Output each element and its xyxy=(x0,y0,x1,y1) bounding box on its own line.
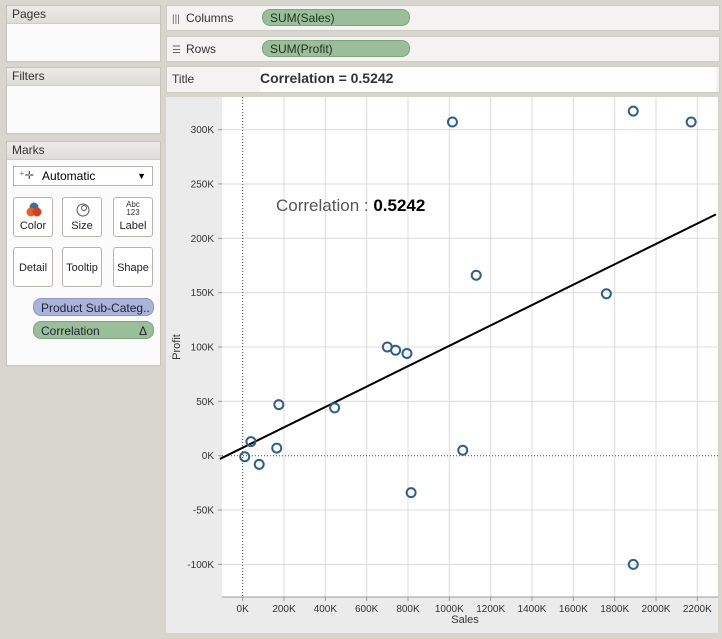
mark-type-value: Automatic xyxy=(42,169,96,183)
x-tick-label: 600K xyxy=(355,604,379,615)
columns-shelf-label-wrap: ||| Columns xyxy=(167,6,262,30)
y-tick-label: -50K xyxy=(193,506,214,517)
x-tick-label: 1800K xyxy=(600,604,629,615)
y-tick-label: 150K xyxy=(191,288,215,299)
title-shelf-label: Title xyxy=(172,72,195,86)
color-button[interactable]: Color xyxy=(13,197,53,237)
annotation-separator: : xyxy=(359,196,373,215)
mark-type-dropdown[interactable]: ⁺✛ Automatic ▼ xyxy=(13,166,153,186)
y-tick-label: -100K xyxy=(187,560,214,571)
filters-panel: Filters xyxy=(6,67,161,134)
rows-shelf-label: Rows xyxy=(186,42,217,56)
delta-icon: Δ xyxy=(138,324,147,338)
chevron-down-icon: ▼ xyxy=(137,171,146,181)
y-tick-label: 100K xyxy=(191,343,215,354)
detail-button[interactable]: Detail xyxy=(13,247,53,287)
color-icon xyxy=(26,202,42,217)
marks-panel: Marks ⁺✛ Automatic ▼ Color Size Abc 123 … xyxy=(6,141,161,366)
filters-header: Filters xyxy=(7,68,160,86)
scatter-chart: 0K 200K 400K 600K 800K 1000K 1200K 1400K 1600K 18… xyxy=(171,97,718,626)
chart-area: 0K 200K 400K 600K 800K 1000K 1200K 1400K 1600K 18… xyxy=(166,97,718,633)
x-tick-label: 1400K xyxy=(518,604,547,615)
pages-panel: Pages xyxy=(6,5,161,62)
x-tick-label: 1200K xyxy=(476,604,505,615)
columns-shelf[interactable]: ||| Columns SUM(Sales) xyxy=(166,5,720,31)
y-tick-label: 0K xyxy=(202,451,215,462)
shape-label: Shape xyxy=(117,262,149,274)
y-tick-label: 300K xyxy=(191,125,215,136)
y-axis-title: Profit xyxy=(171,334,183,360)
y-tick-label: 50K xyxy=(196,397,214,408)
size-button[interactable]: Size xyxy=(62,197,102,237)
label-button[interactable]: Abc 123 Label xyxy=(113,197,153,237)
product-subcategory-pill-label: Product Sub-Categ.. xyxy=(41,301,150,315)
x-tick-label: 800K xyxy=(396,604,420,615)
label-icon: Abc 123 xyxy=(114,201,152,217)
x-axis-title: Sales xyxy=(451,614,479,626)
label-label: Label xyxy=(119,220,147,232)
annotation-prefix: Correlation xyxy=(276,196,359,215)
correlation-pill[interactable]: Correlation Δ xyxy=(33,321,154,339)
chart-title: Correlation = 0.5242 xyxy=(260,67,716,92)
annotation-value: 0.5242 xyxy=(373,196,425,215)
rows-icon: ☰ xyxy=(172,45,181,56)
color-label: Color xyxy=(19,220,47,232)
rows-shelf-label-wrap: ☰ Rows xyxy=(167,37,262,61)
size-icon xyxy=(76,203,90,217)
title-shelf: Title Correlation = 0.5242 xyxy=(166,66,720,93)
y-tick-label: 200K xyxy=(191,234,215,245)
x-tick-label: 200K xyxy=(272,604,296,615)
mark-type-icon: ⁺✛ xyxy=(19,170,35,182)
marks-header: Marks xyxy=(7,142,160,160)
columns-pill-sum-sales[interactable]: SUM(Sales) xyxy=(262,9,410,26)
tooltip-label: Tooltip xyxy=(66,262,98,274)
label-icon-text-123: 123 xyxy=(126,208,140,217)
y-tick-label: 250K xyxy=(191,179,215,190)
columns-icon: ||| xyxy=(172,14,180,25)
tooltip-button[interactable]: Tooltip xyxy=(62,247,102,287)
shape-button[interactable]: Shape xyxy=(113,247,153,287)
x-tick-label: 0K xyxy=(237,604,250,615)
size-label: Size xyxy=(71,220,93,232)
rows-shelf[interactable]: ☰ Rows SUM(Profit) xyxy=(166,36,720,62)
correlation-annotation: Correlation : 0.5242 xyxy=(276,196,425,215)
pages-header: Pages xyxy=(7,6,160,24)
x-tick-label: 1600K xyxy=(559,604,588,615)
x-tick-label: 400K xyxy=(314,604,338,615)
correlation-pill-label: Correlation xyxy=(41,324,100,338)
columns-shelf-label: Columns xyxy=(186,11,234,25)
rows-pill-sum-profit[interactable]: SUM(Profit) xyxy=(262,40,410,57)
x-tick-label: 2200K xyxy=(683,604,712,615)
detail-label: Detail xyxy=(18,262,48,274)
product-subcategory-pill[interactable]: Product Sub-Categ.. xyxy=(33,298,154,316)
x-tick-label: 2000K xyxy=(642,604,671,615)
